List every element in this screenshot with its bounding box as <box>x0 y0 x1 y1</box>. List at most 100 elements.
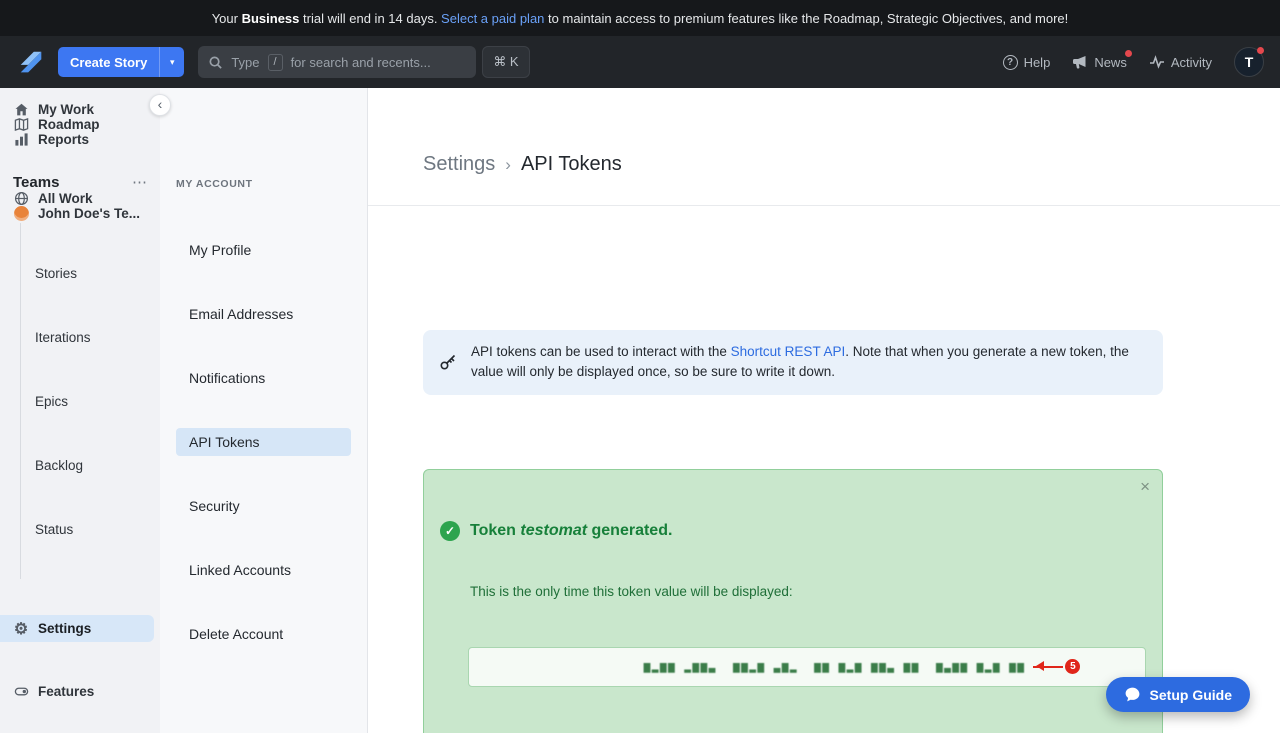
chevron-down-icon: ▾ <box>170 57 175 68</box>
search-placeholder: Type <box>231 55 259 70</box>
sidebar-item-label: John Doe's Te... <box>38 206 140 221</box>
sidebar-item-label: Features <box>38 684 94 699</box>
sidebar-item-all-work[interactable]: All Work <box>0 191 160 206</box>
sidebar-item-features[interactable]: Features <box>0 678 160 705</box>
annotation-number-badge: 5 <box>1065 659 1080 674</box>
settings-nav-item-email-addresses[interactable]: Email Addresses <box>176 300 351 328</box>
alert-title: Token testomat generated. <box>470 522 672 540</box>
annotation-arrow: 5 <box>1033 659 1080 674</box>
create-story-split-button: Create Story ▾ <box>58 47 184 77</box>
notification-dot <box>1125 50 1132 57</box>
trial-banner: Your Business trial will end in 14 days.… <box>0 0 1280 36</box>
settings-nav-item-linked-accounts[interactable]: Linked Accounts <box>176 556 351 584</box>
slash-key-badge: / <box>268 54 283 71</box>
sidebar-item-status[interactable]: Status <box>21 515 160 543</box>
arrow-left-icon <box>1033 666 1063 668</box>
setup-guide-button[interactable]: Setup Guide <box>1106 677 1250 712</box>
map-icon <box>13 117 29 132</box>
sidebar-item-label: All Work <box>38 191 93 206</box>
sidebar-item-label: Roadmap <box>38 117 100 132</box>
activity-icon <box>1149 54 1165 70</box>
search-input[interactable]: Type / for search and recents... <box>198 46 476 78</box>
token-value-row: ▆▂▆▆ ▂▆▆▃ ▆▆▂▆ ▃▆▂ ▆▆ ▆▂▆ ▆▆▃ ▆▆ ▆▃▆▆ ▆▂… <box>644 659 1081 674</box>
alert-subtitle: This is the only time this token value w… <box>470 584 1146 599</box>
page-header: Settings › API Tokens <box>368 124 1280 206</box>
chat-bubble-icon <box>1124 686 1141 703</box>
top-bar: Create Story ▾ Type / for search and rec… <box>0 36 1280 88</box>
top-bar-right: ? Help News Activity T <box>1003 47 1264 77</box>
settings-nav-section-title: MY ACCOUNT <box>176 178 351 190</box>
trial-banner-plan-name: Business <box>242 11 300 26</box>
settings-nav-item-security[interactable]: Security <box>176 492 351 520</box>
api-tokens-info-box: API tokens can be used to interact with … <box>423 330 1163 395</box>
user-avatar[interactable]: T <box>1234 47 1264 77</box>
key-icon <box>439 353 457 371</box>
info-text: API tokens can be used to interact with … <box>471 342 1147 383</box>
alert-title-suffix: generated. <box>587 522 672 539</box>
breadcrumb-settings[interactable]: Settings <box>423 153 495 176</box>
sidebar-item-iterations[interactable]: Iterations <box>21 323 160 351</box>
info-text-before: API tokens can be used to interact with … <box>471 344 731 359</box>
sidebar-item-epics[interactable]: Epics <box>21 387 160 415</box>
team-sub-nav: Stories Iterations Epics Backlog Status <box>20 223 160 579</box>
sidebar-item-my-work[interactable]: My Work <box>0 102 160 117</box>
trial-banner-text: Your <box>212 11 242 26</box>
sidebar-item-backlog[interactable]: Backlog <box>21 451 160 479</box>
bar-chart-icon <box>13 132 29 147</box>
avatar-notification-dot <box>1257 47 1264 54</box>
activity-label: Activity <box>1171 55 1212 70</box>
sidebar-bottom-nav: ⚙ Settings Features Integrations Invite … <box>0 579 160 733</box>
token-generated-alert: ✓ Token testomat generated. This is the … <box>423 469 1163 733</box>
main-panel: Settings › API Tokens API tokens can be … <box>368 88 1280 733</box>
sidebar-item-settings[interactable]: ⚙ Settings <box>0 615 154 642</box>
sidebar-item-label: Reports <box>38 132 89 147</box>
teams-title: Teams <box>13 174 59 191</box>
help-icon: ? <box>1003 55 1018 70</box>
keyboard-shortcut-badge: ⌘ K <box>482 46 529 78</box>
help-button[interactable]: ? Help <box>1003 55 1051 70</box>
settings-nav-item-notifications[interactable]: Notifications <box>176 364 351 392</box>
close-icon[interactable]: × <box>1140 478 1150 495</box>
news-button[interactable]: News <box>1072 54 1127 70</box>
app-body: ‹ My Work Roadmap Reports Teams ⋯ All Wo… <box>0 88 1280 733</box>
alert-title-prefix: Token <box>470 522 520 539</box>
gear-icon: ⚙ <box>13 619 29 639</box>
search-placeholder: for search and recents... <box>291 55 431 70</box>
sidebar-collapse-button[interactable]: ‹ <box>149 94 171 116</box>
shortcut-logo[interactable] <box>16 47 46 77</box>
rest-api-link[interactable]: Shortcut REST API <box>731 344 846 359</box>
select-paid-plan-link[interactable]: Select a paid plan <box>441 11 544 26</box>
trial-banner-text: to maintain access to premium features l… <box>544 11 1068 26</box>
page-title: API Tokens <box>521 153 622 176</box>
settings-nav: MY ACCOUNT My Profile Email Addresses No… <box>160 88 368 733</box>
main-sidebar: ‹ My Work Roadmap Reports Teams ⋯ All Wo… <box>0 88 160 733</box>
settings-nav-item-my-profile[interactable]: My Profile <box>176 236 351 264</box>
search-area: Type / for search and recents... ⌘ K <box>198 46 529 78</box>
alert-token-name: testomat <box>520 522 587 539</box>
chevron-left-icon: ‹ <box>158 97 163 111</box>
activity-button[interactable]: Activity <box>1149 54 1212 70</box>
teams-options-icon[interactable]: ⋯ <box>132 173 147 191</box>
settings-nav-item-api-tokens[interactable]: API Tokens <box>176 428 351 456</box>
sidebar-item-reports[interactable]: Reports <box>0 132 160 147</box>
teams-section-header: Teams ⋯ <box>0 173 160 191</box>
setup-guide-label: Setup Guide <box>1150 687 1232 703</box>
sidebar-item-roadmap[interactable]: Roadmap <box>0 117 160 132</box>
create-story-button[interactable]: Create Story <box>58 47 159 77</box>
search-icon <box>208 55 223 70</box>
token-value-box: ▆▂▆▆ ▂▆▆▃ ▆▆▂▆ ▃▆▂ ▆▆ ▆▂▆ ▆▆▃ ▆▆ ▆▃▆▆ ▆▂… <box>468 647 1146 687</box>
news-label: News <box>1094 55 1127 70</box>
check-circle-icon: ✓ <box>440 521 460 541</box>
settings-nav-item-delete-account[interactable]: Delete Account <box>176 620 351 648</box>
create-story-dropdown-button[interactable]: ▾ <box>159 47 184 77</box>
settings-nav-section-my-account: MY ACCOUNT My Profile Email Addresses No… <box>160 142 367 684</box>
sidebar-item-stories[interactable]: Stories <box>21 259 160 287</box>
trial-banner-text: trial will end in 14 days. <box>299 11 441 26</box>
sidebar-item-team-john-doe[interactable]: John Doe's Te... <box>0 206 160 221</box>
home-icon <box>13 102 29 117</box>
page-content: API tokens can be used to interact with … <box>368 260 1163 733</box>
redacted-token-value: ▆▂▆▆ ▂▆▆▃ ▆▆▂▆ ▃▆▂ ▆▆ ▆▂▆ ▆▆▃ ▆▆ ▆▃▆▆ ▆▂… <box>644 660 1026 673</box>
avatar-initial: T <box>1245 54 1254 70</box>
sidebar-item-label: Settings <box>38 621 91 636</box>
sidebar-item-label: My Work <box>38 102 94 117</box>
